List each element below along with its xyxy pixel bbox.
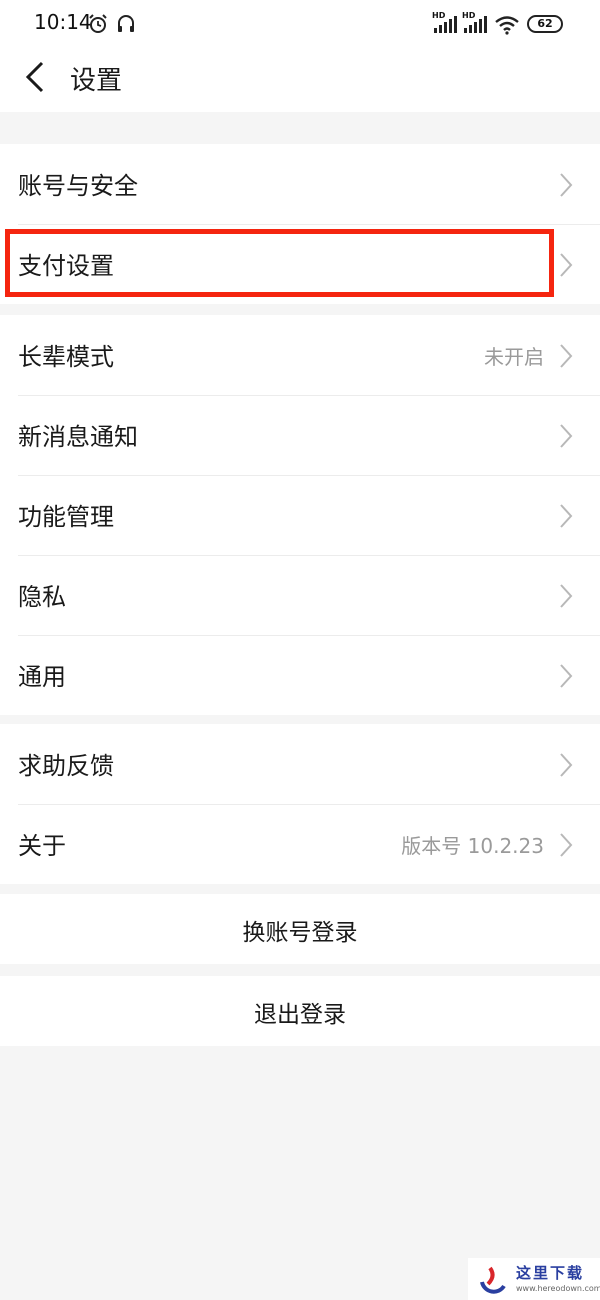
settings-item-privacy[interactable]: 隐私: [0, 555, 600, 635]
chevron-right-icon: [560, 504, 573, 528]
chevron-right-icon: [560, 173, 573, 197]
settings-item-label: 账号与安全: [18, 172, 138, 200]
watermark-url: www.hereodown.com: [516, 1284, 600, 1293]
settings-item-value: 版本号 10.2.23: [401, 834, 544, 858]
settings-item-label: 支付设置: [18, 252, 114, 280]
settings-group-help: 求助反馈 关于 版本号 10.2.23: [0, 724, 600, 884]
headset-icon: [118, 15, 134, 32]
settings-group-account: 账号与安全 支付设置: [0, 144, 600, 304]
settings-group-general: 长辈模式 未开启 新消息通知 功能管理 隐私 通用: [0, 315, 600, 715]
settings-item-label: 通用: [18, 663, 66, 691]
signal-strength-icon: HD: [432, 11, 458, 36]
switch-account-button[interactable]: 换账号登录: [0, 894, 600, 964]
status-time: 10:14: [34, 10, 92, 34]
watermark-text: 这里下载: [516, 1264, 585, 1282]
chevron-right-icon: [560, 833, 573, 857]
battery-indicator: 62: [527, 15, 563, 33]
settings-item-label: 求助反馈: [18, 752, 114, 780]
chevron-right-icon: [560, 253, 573, 277]
chevron-right-icon: [560, 424, 573, 448]
settings-item-account-security[interactable]: 账号与安全: [0, 144, 600, 224]
settings-item-label: 隐私: [18, 583, 66, 611]
settings-item-about[interactable]: 关于 版本号 10.2.23: [0, 804, 600, 884]
settings-item-feedback[interactable]: 求助反馈: [0, 724, 600, 804]
settings-item-general[interactable]: 通用: [0, 635, 600, 715]
chevron-left-icon[interactable]: [22, 60, 52, 94]
chevron-right-icon: [560, 584, 573, 608]
signal-strength-icon: HD: [462, 11, 488, 36]
settings-item-label: 长辈模式: [18, 343, 114, 371]
status-bar: 10:14 HD HD 62: [0, 0, 600, 48]
logout-label: 退出登录: [254, 1002, 346, 1028]
settings-item-value: 未开启: [484, 345, 544, 369]
settings-item-label: 新消息通知: [18, 423, 138, 451]
settings-item-payment[interactable]: 支付设置: [0, 224, 600, 304]
logout-button[interactable]: 退出登录: [0, 976, 600, 1046]
page-title: 设置: [70, 66, 123, 96]
settings-item-label: 功能管理: [18, 503, 114, 531]
settings-item-elder-mode[interactable]: 长辈模式 未开启: [0, 315, 600, 395]
chevron-right-icon: [560, 753, 573, 777]
switch-account-label: 换账号登录: [242, 920, 358, 946]
settings-item-label: 关于: [18, 832, 66, 860]
wifi-icon: [495, 16, 519, 35]
settings-item-notifications[interactable]: 新消息通知: [0, 395, 600, 475]
alarm-clock-icon: [89, 14, 107, 33]
settings-item-feature-management[interactable]: 功能管理: [0, 475, 600, 555]
watermark: 这里下载 www.hereodown.com: [468, 1258, 600, 1300]
chevron-right-icon: [560, 344, 573, 368]
watermark-logo-icon: [480, 1266, 506, 1294]
chevron-right-icon: [560, 664, 573, 688]
page-header: 设置: [0, 48, 600, 112]
